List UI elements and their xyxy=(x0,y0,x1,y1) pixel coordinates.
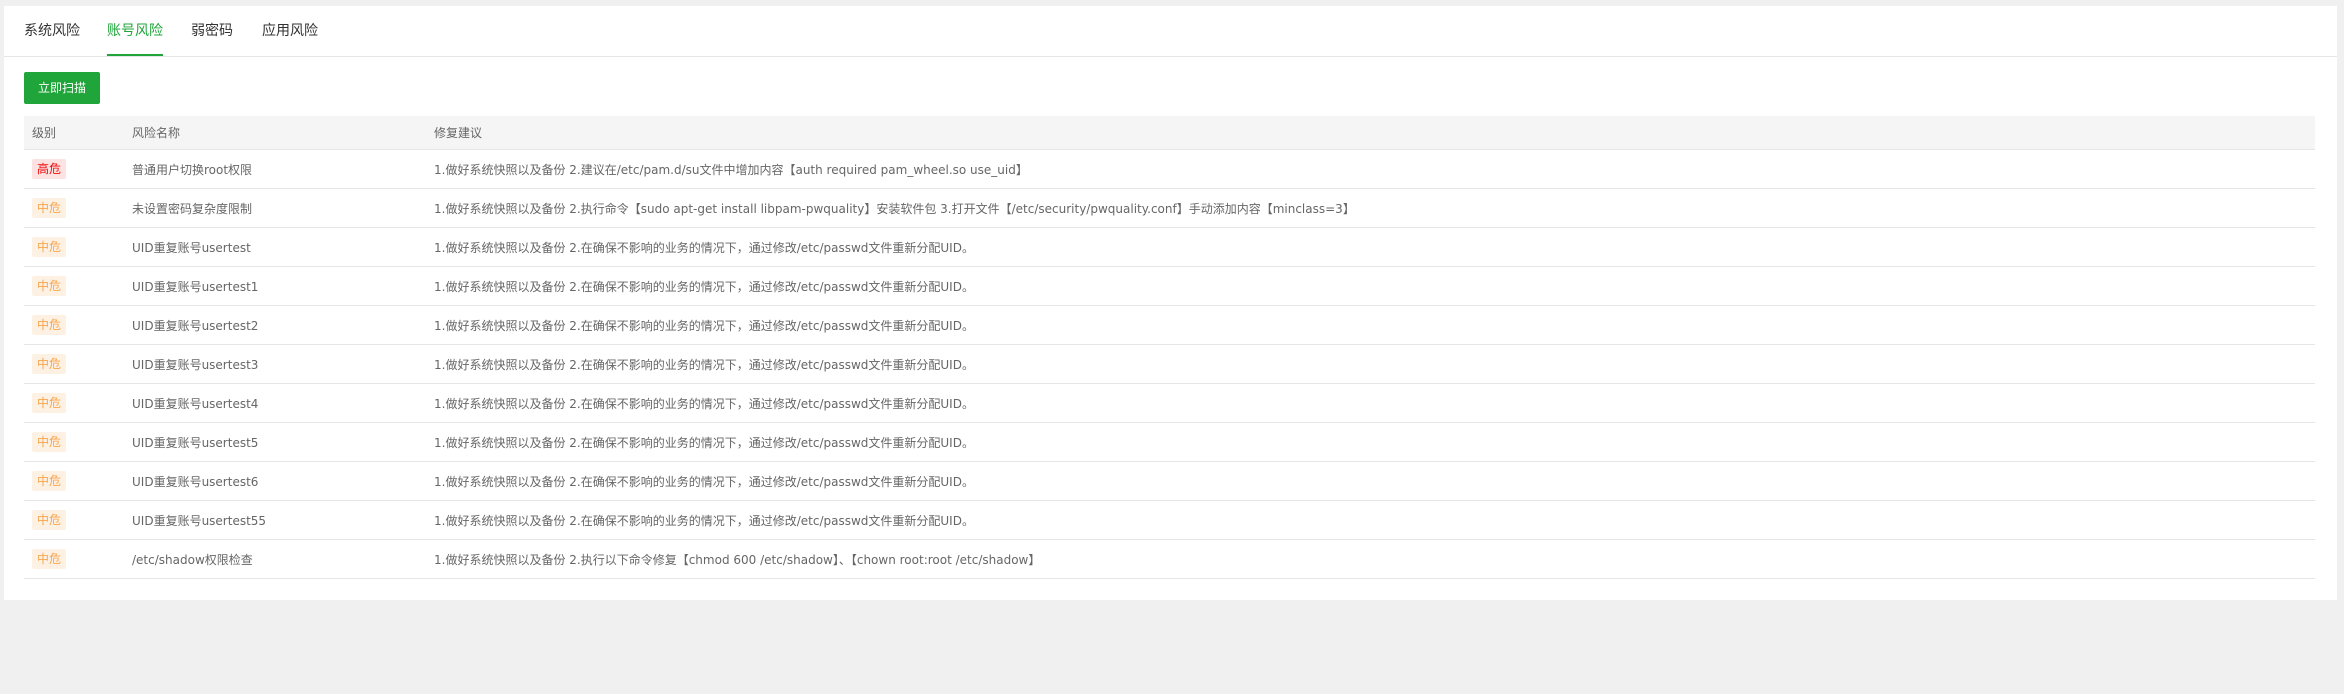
level-cell: 中危 xyxy=(24,383,124,423)
level-badge: 中危 xyxy=(32,315,67,335)
table-row: 高危 普通用户切换root权限 1.做好系统快照以及备份 2.建议在/etc/p… xyxy=(24,149,2315,189)
advice-cell: 1.做好系统快照以及备份 2.建议在/etc/pam.d/su文件中增加内容【a… xyxy=(426,149,2315,189)
advice-cell: 1.做好系统快照以及备份 2.在确保不影响的业务的情况下，通过修改/etc/pa… xyxy=(426,500,2315,540)
table-row: 中危 UID重复账号usertest4 1.做好系统快照以及备份 2.在确保不影… xyxy=(24,383,2315,423)
tab-app-risk[interactable]: 应用风险 xyxy=(262,6,318,56)
table-row: 中危 UID重复账号usertest5 1.做好系统快照以及备份 2.在确保不影… xyxy=(24,422,2315,462)
level-badge: 中危 xyxy=(32,471,67,491)
level-badge: 中危 xyxy=(32,276,67,296)
tab-account-risk[interactable]: 账号风险 xyxy=(107,6,163,56)
table-row: 中危 未设置密码复杂度限制 1.做好系统快照以及备份 2.执行命令【sudo a… xyxy=(24,188,2315,228)
level-badge: 中危 xyxy=(32,432,67,452)
advice-cell: 1.做好系统快照以及备份 2.在确保不影响的业务的情况下，通过修改/etc/pa… xyxy=(426,305,2315,345)
risk-name-cell: UID重复账号usertest4 xyxy=(124,383,426,423)
scan-now-button[interactable]: 立即扫描 xyxy=(24,72,100,104)
table-row: 中危 /etc/shadow权限检查 1.做好系统快照以及备份 2.执行以下命令… xyxy=(24,539,2315,579)
risk-name-cell: UID重复账号usertest5 xyxy=(124,422,426,462)
level-badge: 中危 xyxy=(32,198,67,218)
risk-name-cell: UID重复账号usertest xyxy=(124,227,426,267)
tab-system-risk[interactable]: 系统风险 xyxy=(24,6,80,56)
risk-name-cell: UID重复账号usertest55 xyxy=(124,500,426,540)
advice-cell: 1.做好系统快照以及备份 2.执行命令【sudo apt-get install… xyxy=(426,188,2315,228)
table-row: 中危 UID重复账号usertest1 1.做好系统快照以及备份 2.在确保不影… xyxy=(24,266,2315,306)
content-panel: 系统风险 账号风险 弱密码 应用风险 立即扫描 级别 风险名称 修复建议 高危 … xyxy=(4,6,2337,600)
level-cell: 中危 xyxy=(24,305,124,345)
level-badge: 中危 xyxy=(32,354,67,374)
table-row: 中危 UID重复账号usertest6 1.做好系统快照以及备份 2.在确保不影… xyxy=(24,461,2315,501)
level-badge: 高危 xyxy=(32,159,67,179)
risk-name-cell: UID重复账号usertest1 xyxy=(124,266,426,306)
table-header-row: 级别 风险名称 修复建议 xyxy=(24,116,2315,150)
advice-cell: 1.做好系统快照以及备份 2.在确保不影响的业务的情况下，通过修改/etc/pa… xyxy=(426,344,2315,384)
level-cell: 中危 xyxy=(24,188,124,228)
table-row: 中危 UID重复账号usertest3 1.做好系统快照以及备份 2.在确保不影… xyxy=(24,344,2315,384)
advice-cell: 1.做好系统快照以及备份 2.在确保不影响的业务的情况下，通过修改/etc/pa… xyxy=(426,266,2315,306)
table-row: 中危 UID重复账号usertest2 1.做好系统快照以及备份 2.在确保不影… xyxy=(24,305,2315,345)
tab-bar: 系统风险 账号风险 弱密码 应用风险 xyxy=(4,6,2337,57)
table-row: 中危 UID重复账号usertest 1.做好系统快照以及备份 2.在确保不影响… xyxy=(24,227,2315,267)
level-cell: 中危 xyxy=(24,422,124,462)
advice-cell: 1.做好系统快照以及备份 2.在确保不影响的业务的情况下，通过修改/etc/pa… xyxy=(426,227,2315,267)
level-cell: 中危 xyxy=(24,500,124,540)
advice-cell: 1.做好系统快照以及备份 2.在确保不影响的业务的情况下，通过修改/etc/pa… xyxy=(426,461,2315,501)
column-header-level: 级别 xyxy=(24,116,124,150)
advice-cell: 1.做好系统快照以及备份 2.执行以下命令修复【chmod 600 /etc/s… xyxy=(426,539,2315,579)
level-cell: 中危 xyxy=(24,266,124,306)
level-badge: 中危 xyxy=(32,237,67,257)
level-cell: 中危 xyxy=(24,539,124,579)
risk-name-cell: 未设置密码复杂度限制 xyxy=(124,188,426,228)
risk-name-cell: /etc/shadow权限检查 xyxy=(124,539,426,579)
risk-name-cell: 普通用户切换root权限 xyxy=(124,149,426,189)
level-cell: 中危 xyxy=(24,461,124,501)
level-badge: 中危 xyxy=(32,393,67,413)
risk-table: 级别 风险名称 修复建议 高危 普通用户切换root权限 1.做好系统快照以及备… xyxy=(24,116,2315,579)
risk-name-cell: UID重复账号usertest6 xyxy=(124,461,426,501)
level-badge: 中危 xyxy=(32,549,67,569)
risk-name-cell: UID重复账号usertest2 xyxy=(124,305,426,345)
level-cell: 中危 xyxy=(24,227,124,267)
level-cell: 高危 xyxy=(24,149,124,189)
column-header-risk-name: 风险名称 xyxy=(124,116,426,150)
advice-cell: 1.做好系统快照以及备份 2.在确保不影响的业务的情况下，通过修改/etc/pa… xyxy=(426,422,2315,462)
risk-name-cell: UID重复账号usertest3 xyxy=(124,344,426,384)
advice-cell: 1.做好系统快照以及备份 2.在确保不影响的业务的情况下，通过修改/etc/pa… xyxy=(426,383,2315,423)
table-row: 中危 UID重复账号usertest55 1.做好系统快照以及备份 2.在确保不… xyxy=(24,500,2315,540)
column-header-advice: 修复建议 xyxy=(426,116,2315,150)
tab-weak-password[interactable]: 弱密码 xyxy=(191,6,233,56)
level-badge: 中危 xyxy=(32,510,67,530)
level-cell: 中危 xyxy=(24,344,124,384)
